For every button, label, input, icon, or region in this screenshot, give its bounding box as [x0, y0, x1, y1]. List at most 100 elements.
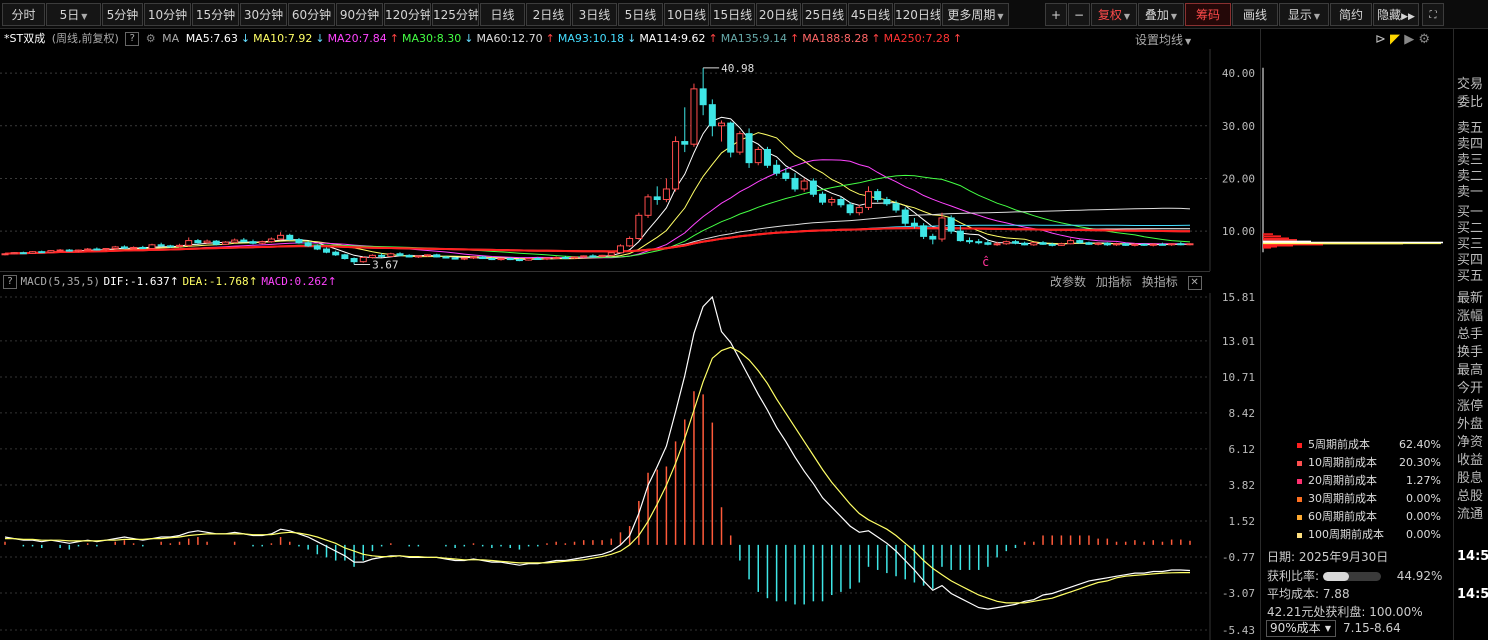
ma-line	[4, 227, 1191, 255]
period-tab[interactable]: 60分钟	[288, 3, 335, 26]
period-tab-label: 30分钟	[243, 8, 284, 22]
candle-body	[809, 180, 817, 195]
candle-body	[975, 241, 983, 244]
hide-button[interactable]: 隐藏▶▶	[1373, 3, 1419, 26]
close-icon[interactable]: ✕	[1187, 275, 1202, 290]
candle-body	[65, 249, 73, 252]
chevron-down-icon: ▼	[1185, 37, 1192, 46]
macd-axis-label: -3.07	[1222, 587, 1255, 600]
period-tab[interactable]: 2日线	[526, 3, 571, 26]
period-tab[interactable]: 分时	[2, 3, 45, 26]
period-tab[interactable]: 125分钟	[432, 3, 479, 26]
candle-body	[157, 244, 165, 247]
hide-label: 隐藏	[1377, 8, 1402, 22]
simple-button[interactable]: 简约	[1330, 3, 1372, 26]
candle-body	[56, 249, 64, 252]
candle-body	[84, 248, 92, 251]
quote-label: 外盘	[1457, 417, 1484, 432]
period-tab[interactable]: 15日线	[710, 3, 755, 26]
period-tab[interactable]: 5日线	[618, 3, 663, 26]
period-tab[interactable]: 5日 ▼	[46, 3, 101, 26]
chevron-down-icon: ▼	[1170, 12, 1178, 21]
legend-label: 20周期前成本	[1308, 474, 1377, 487]
arrow-up-icon: ↑	[169, 275, 179, 288]
period-tab[interactable]: 20日线	[756, 3, 801, 26]
quote-label: 股息	[1457, 471, 1484, 486]
chip-menu-icon[interactable]: ⊳	[1375, 32, 1386, 47]
quote-label: 换手	[1457, 345, 1484, 360]
macd-axis-label: 6.12	[1229, 443, 1256, 456]
period-tab[interactable]: 3日线	[572, 3, 617, 26]
cost-legend-row: 5周期前成本 62.40%	[1297, 436, 1447, 454]
event-marker-icon: ĉ	[982, 255, 989, 269]
change-params-button[interactable]: 改参数	[1050, 275, 1086, 289]
macd-chart[interactable]: 15.81 13.01 10.71 8.42 6.12 3.82 1.52 -0.77 -3.0…	[0, 293, 1260, 640]
period-tab[interactable]: 30分钟	[240, 3, 287, 26]
candle-body	[368, 254, 376, 258]
arrow-down-icon: ↓	[627, 32, 637, 45]
candle-body	[1186, 243, 1194, 246]
overlay-button[interactable]: 叠加 ▼	[1138, 3, 1184, 26]
candle-body	[1168, 243, 1176, 246]
period-tab[interactable]: 更多周期 ▼	[942, 3, 1009, 26]
period-tab[interactable]: 5分钟	[102, 3, 143, 26]
quote-label: 流通	[1457, 507, 1484, 522]
candle-body	[819, 193, 827, 203]
period-tab[interactable]: 90分钟	[336, 3, 383, 26]
quote-label: 净资	[1457, 435, 1484, 450]
chip-button[interactable]: 筹码	[1185, 3, 1231, 26]
legend-swatch	[1297, 496, 1302, 502]
add-indicator-button[interactable]: 加指标	[1096, 275, 1132, 289]
cost-legend-row: 30周期前成本 0.00%	[1297, 490, 1447, 508]
candle-body	[47, 250, 55, 253]
zoom-out-button[interactable]: −	[1068, 3, 1090, 26]
gear-icon[interactable]: ⚙	[1418, 32, 1430, 47]
draw-line-button[interactable]: 画线	[1232, 3, 1278, 26]
macd-title: MACD(5,35,5)	[20, 275, 100, 288]
play-icon[interactable]: ▶	[1404, 32, 1414, 47]
candle-body	[74, 249, 82, 252]
period-tab[interactable]: 10分钟	[144, 3, 191, 26]
candle-body	[396, 253, 404, 256]
candle-body	[451, 257, 459, 260]
fullscreen-icon[interactable]: ⛶	[1422, 3, 1444, 26]
candle-body	[763, 148, 771, 166]
period-tab[interactable]: 120分钟	[384, 3, 431, 26]
period-tab[interactable]: 25日线	[802, 3, 847, 26]
candle-body	[708, 104, 716, 127]
period-tab[interactable]: 10日线	[664, 3, 709, 26]
switch-indicator-button[interactable]: 换指标	[1142, 275, 1178, 289]
display-button[interactable]: 显示 ▼	[1279, 3, 1329, 26]
period-tab[interactable]: 120日线	[894, 3, 941, 26]
arrow-down-icon: ↓	[464, 32, 474, 45]
candle-body	[690, 88, 698, 145]
candle-body	[662, 188, 670, 201]
candle-body	[1140, 243, 1148, 246]
fuquan-button[interactable]: 复权 ▼	[1091, 3, 1137, 26]
help-icon[interactable]: ?	[125, 32, 140, 46]
profit-ratio-fill	[1322, 572, 1349, 581]
period-tab[interactable]: 日线	[480, 3, 525, 26]
period-tab-label: 5日	[59, 8, 80, 22]
candle-body	[203, 240, 211, 244]
macd-value: MACD:0.262	[261, 275, 328, 288]
zoom-in-button[interactable]: +	[1045, 3, 1067, 26]
ma-value: MA135:9.14	[720, 32, 787, 45]
help-icon[interactable]: ?	[3, 275, 17, 289]
ma-value: MA250:7.28	[883, 32, 950, 45]
candle-body	[405, 254, 413, 258]
flag-icon[interactable]: ◤	[1390, 32, 1400, 47]
ma-settings-button[interactable]: 设置均线 ▼	[1135, 31, 1191, 49]
fuquan-label: 复权	[1097, 8, 1122, 22]
quote-label: 涨幅	[1457, 309, 1484, 324]
chip-bar	[1263, 237, 1289, 240]
cost-select[interactable]: 90%成本 ▼	[1266, 620, 1336, 637]
quote-labels: 交易 委比 卖五 卖四 卖三 卖二 卖一 买一 买二 买三 买四 买五 最新 涨幅 总手 换手 最高 今开 涨停 外盘…	[1457, 76, 1488, 524]
settings-icon[interactable]: ⚙	[146, 32, 156, 45]
candle-body	[341, 254, 349, 260]
candle-body	[185, 240, 193, 246]
period-tab[interactable]: 45日线	[848, 3, 893, 26]
period-tab[interactable]: 15分钟	[192, 3, 239, 26]
candlestick-chart[interactable]: 40.00 30.00 20.00 10.00 40.98 3.67 ĉ	[0, 49, 1260, 271]
legend-swatch	[1297, 460, 1302, 466]
